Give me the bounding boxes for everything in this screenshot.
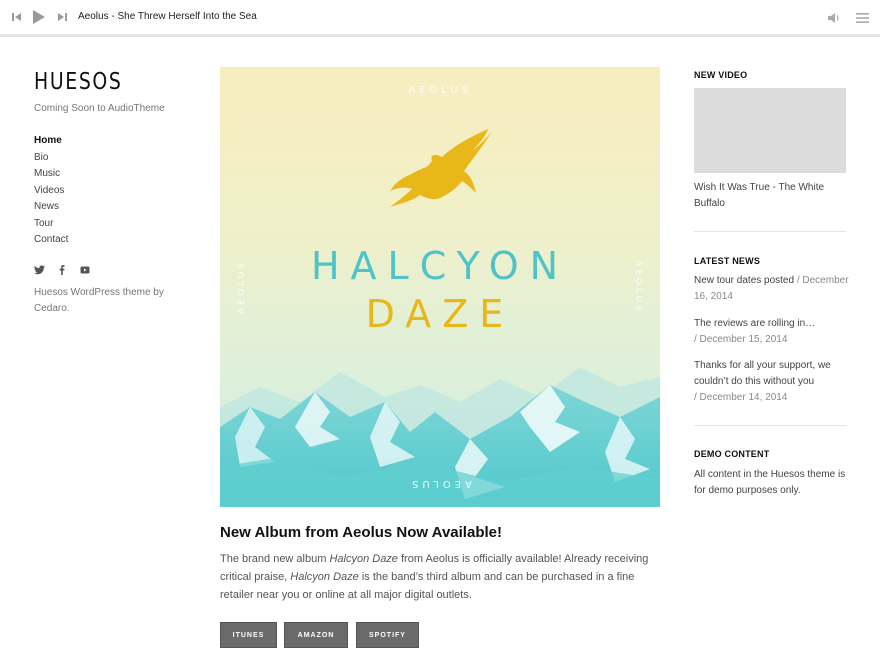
news-item[interactable]: New tour dates posted / December 16, 201… bbox=[694, 273, 849, 305]
site-tagline: Coming Soon to AudioTheme bbox=[34, 103, 165, 114]
nav-item-contact[interactable]: Contact bbox=[34, 232, 68, 249]
nav-item-music[interactable]: Music bbox=[34, 166, 68, 183]
post-body: The brand new album Halcyon Daze from Ae… bbox=[220, 550, 660, 604]
widget-divider bbox=[694, 231, 846, 232]
post-body-album-name: Halcyon Daze bbox=[290, 571, 359, 583]
play-icon[interactable] bbox=[32, 9, 46, 30]
post-title[interactable]: New Album from Aeolus Now Available! bbox=[220, 524, 502, 541]
nav-item-videos[interactable]: Videos bbox=[34, 183, 68, 200]
new-video-heading: NEW VIDEO bbox=[694, 70, 748, 80]
news-item[interactable]: Thanks for all your support, we couldn’t… bbox=[694, 358, 844, 406]
nav-item-home[interactable]: Home bbox=[34, 133, 68, 150]
volume-icon[interactable] bbox=[827, 11, 841, 29]
album-band-top: AEOLUS bbox=[408, 85, 472, 96]
latest-news-heading: LATEST NEWS bbox=[694, 256, 761, 266]
playlist-menu-icon[interactable] bbox=[856, 11, 869, 29]
nav-item-bio[interactable]: Bio bbox=[34, 150, 68, 167]
post-body-album-name: Halcyon Daze bbox=[329, 553, 398, 565]
spotify-button[interactable]: SPOTIFY bbox=[356, 622, 419, 648]
news-date: / December 14, 2014 bbox=[694, 392, 788, 403]
video-thumbnail[interactable] bbox=[694, 88, 846, 173]
news-title[interactable]: The reviews are rolling in… bbox=[694, 316, 849, 332]
news-item[interactable]: The reviews are rolling in… / December 15… bbox=[694, 316, 849, 348]
now-playing-title: Aeolus - She Threw Herself Into the Sea bbox=[78, 11, 257, 22]
audio-player-bar: Aeolus - She Threw Herself Into the Sea bbox=[0, 0, 880, 37]
nav-item-tour[interactable]: Tour bbox=[34, 216, 68, 233]
album-band-right: AEOLUS bbox=[633, 260, 643, 314]
album-band-bottom: AEOLUS bbox=[408, 478, 472, 489]
amazon-button[interactable]: AMAZON bbox=[284, 622, 348, 648]
video-caption[interactable]: Wish It Was True - The White Buffalo bbox=[694, 180, 834, 212]
demo-content-heading: DEMO CONTENT bbox=[694, 449, 770, 459]
site-title[interactable]: HUESOS bbox=[34, 69, 123, 95]
news-title[interactable]: Thanks for all your support, we couldn’t… bbox=[694, 358, 844, 390]
previous-track-icon[interactable] bbox=[11, 10, 23, 28]
post-body-text: The brand new album bbox=[220, 553, 330, 565]
demo-content-text: All content in the Huesos theme is for d… bbox=[694, 469, 846, 496]
itunes-button[interactable]: ITUNES bbox=[220, 622, 277, 648]
album-title-line2: DAZE bbox=[366, 292, 515, 336]
album-cover-image[interactable]: AEOLUS AEOLUS AEOLUS AEOLUS HALCYON DAZE bbox=[220, 67, 660, 507]
theme-credit: Huesos WordPress theme by Cedaro. bbox=[34, 287, 164, 314]
news-title[interactable]: New tour dates posted bbox=[694, 275, 794, 286]
facebook-icon[interactable] bbox=[59, 262, 65, 280]
widget-divider bbox=[694, 425, 846, 426]
album-title-line1: HALCYON bbox=[311, 244, 569, 288]
next-track-icon[interactable] bbox=[56, 10, 68, 28]
news-date: / December 15, 2014 bbox=[694, 334, 788, 345]
youtube-icon[interactable] bbox=[80, 262, 90, 280]
main-navigation: Home Bio Music Videos News Tour Contact bbox=[34, 133, 68, 249]
album-band-left: AEOLUS bbox=[237, 260, 247, 314]
twitter-icon[interactable] bbox=[34, 262, 45, 280]
nav-item-news[interactable]: News bbox=[34, 199, 68, 216]
